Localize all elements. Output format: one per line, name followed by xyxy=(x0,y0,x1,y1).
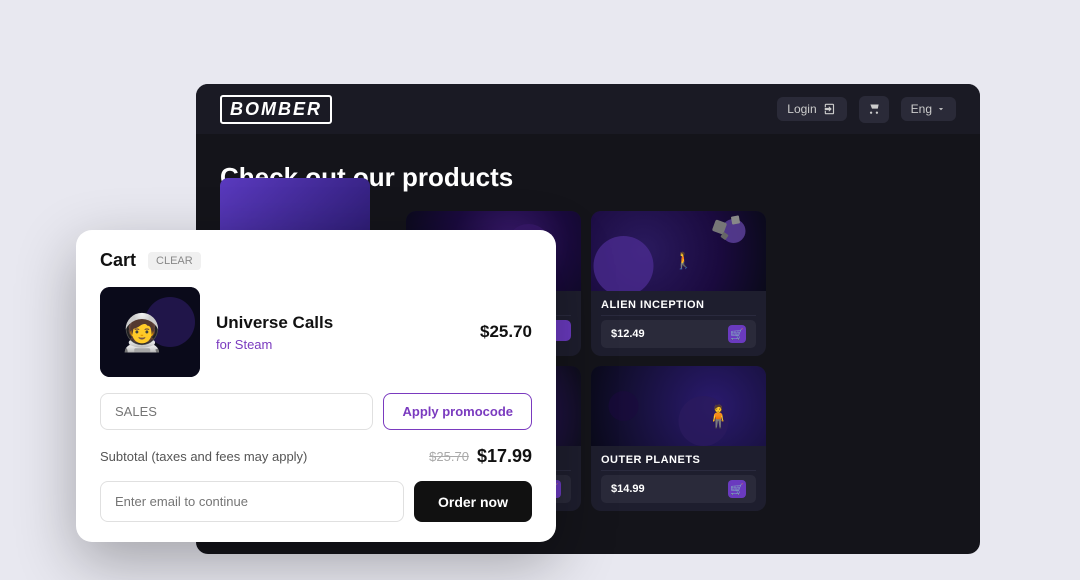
product-info-alien: ALIEN INCEPTION $12.49 🛒 xyxy=(591,291,766,356)
cart-title: Cart xyxy=(100,250,136,271)
clear-cart-button[interactable]: CLEAR xyxy=(148,252,201,270)
cart-item-platform: for Steam xyxy=(216,337,464,352)
divider-outer xyxy=(601,470,756,471)
cart-item-image: 🧑‍🚀 xyxy=(100,287,200,377)
logo: BOMBER xyxy=(220,95,332,124)
cart-overlay: Cart CLEAR 🧑‍🚀 Universe Calls for Steam … xyxy=(76,230,556,542)
cart-item: 🧑‍🚀 Universe Calls for Steam $25.70 xyxy=(100,287,532,377)
product-name-alien: ALIEN INCEPTION xyxy=(601,299,756,311)
header: BOMBER Login Eng xyxy=(196,84,980,134)
product-card-alien-inception[interactable]: 🚶 ALIEN INCEPTION $12.49 🛒 xyxy=(591,211,766,356)
product-image-alien: 🚶 xyxy=(591,211,766,291)
chevron-down-icon xyxy=(936,104,946,114)
product-image-outer: 🧍 xyxy=(591,366,766,446)
cart-item-name: Universe Calls xyxy=(216,313,464,333)
order-now-button[interactable]: Order now xyxy=(414,481,532,522)
add-to-cart-alien-button[interactable]: $12.49 🛒 xyxy=(601,320,756,348)
cart-item-art: 🧑‍🚀 xyxy=(100,287,200,377)
cart-add-icon-outer: 🛒 xyxy=(728,480,746,498)
final-price: $17.99 xyxy=(477,446,532,467)
subtotal-label: Subtotal (taxes and fees may apply) xyxy=(100,449,307,464)
login-label: Login xyxy=(787,102,816,116)
email-input[interactable] xyxy=(100,481,404,522)
lang-label: Eng xyxy=(911,102,932,116)
product-info-outer: OUTER PLANETS $14.99 🛒 xyxy=(591,446,766,511)
svg-text:🚶: 🚶 xyxy=(674,251,694,270)
divider-alien xyxy=(601,315,756,316)
alien-price: $12.49 xyxy=(611,328,645,340)
svg-text:🧑‍🚀: 🧑‍🚀 xyxy=(120,312,165,353)
alien-art: 🚶 xyxy=(591,211,766,291)
header-right: Login Eng xyxy=(777,96,956,123)
cart-add-icon-alien: 🛒 xyxy=(728,325,746,343)
login-button[interactable]: Login xyxy=(777,97,846,121)
cart-button[interactable] xyxy=(859,96,889,123)
cart-item-price: $25.70 xyxy=(480,322,532,342)
email-order-row: Order now xyxy=(100,481,532,522)
product-card-outer-planets[interactable]: 🧍 OUTER PLANETS $14.99 🛒 xyxy=(591,366,766,511)
outer-art: 🧍 xyxy=(591,366,766,446)
subtotal-row: Subtotal (taxes and fees may apply) $25.… xyxy=(100,446,532,467)
outer-price: $14.99 xyxy=(611,483,645,495)
promo-row: Apply promocode xyxy=(100,393,532,430)
language-button[interactable]: Eng xyxy=(901,97,956,121)
login-icon xyxy=(823,102,837,116)
svg-text:🧍: 🧍 xyxy=(705,404,732,429)
cart-icon xyxy=(867,101,881,115)
promo-input[interactable] xyxy=(100,393,373,430)
apply-promo-button[interactable]: Apply promocode xyxy=(383,393,532,430)
subtotal-prices: $25.70 $17.99 xyxy=(429,446,532,467)
cart-item-details: Universe Calls for Steam xyxy=(216,313,464,352)
add-to-cart-outer-button[interactable]: $14.99 🛒 xyxy=(601,475,756,503)
product-name-outer: OUTER PLANETS xyxy=(601,454,756,466)
original-price: $25.70 xyxy=(429,449,469,464)
cart-header: Cart CLEAR xyxy=(100,250,532,271)
